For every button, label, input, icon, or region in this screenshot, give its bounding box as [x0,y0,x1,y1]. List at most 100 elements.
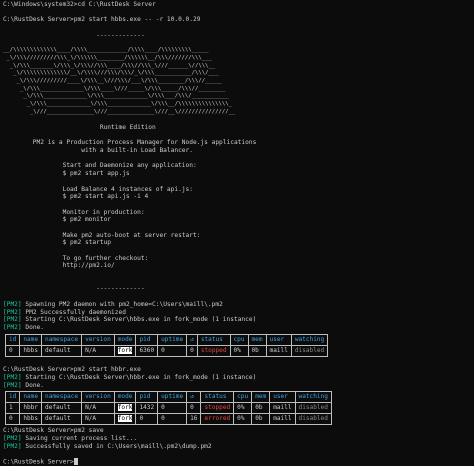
cell-value: N/A [85,346,97,354]
cell-value: fork [117,415,133,423]
console-line: To go further checkout: [3,254,149,262]
console-line: C:\RustDesk Server>pm2 start hbbs.exe --… [3,16,201,24]
console-line: with a built-in Load Balancer. [3,147,193,155]
table-cell: 0 [135,413,159,426]
console-line: C:\RustDesk Server>pm2 start hbbr.exe [3,366,141,374]
table-cell: 0 [157,402,188,415]
table-cell: N/A [81,402,115,415]
table-cell: 1 [4,402,21,415]
table-row: 0 hbbs default N/A fork 0 0 16 errored 0% 0b maill d… [4,413,332,426]
prompt-text: C:\RustDesk Server> [3,458,74,466]
pm2-log-line: [PM2] Saving current process list... [3,435,471,443]
cell-value: 1 [9,404,13,412]
console-line: Make pm2 auto-boot at server restart: [3,231,201,239]
console-line: $ pm2 monitor [3,216,112,224]
column-header: id [4,391,21,404]
column-header: pid [135,333,159,346]
log-text: Spawning PM2 daemon with pm2_home=C:\Use… [21,300,223,308]
table-cell: hbbr [19,402,43,415]
console-line: C:\RustDesk Server>pm2 save [3,427,104,435]
cell-value: 0b [255,404,263,412]
table-cell: disabled [294,413,332,426]
cell-value: 0 [190,346,194,354]
cell-value: 0b [251,346,259,354]
terminal-window[interactable]: C:\Windows\system32>cd C:\RustDesk Serve… [0,0,474,466]
table-cell: N/A [81,344,115,357]
pm2-tag: [PM2] [3,381,22,389]
table-row: 1 hbbr default N/A fork 1432 0 0 stopped 0% 0b mail… [4,402,332,415]
column-header: cpu [229,333,249,346]
cell-value: 0 [161,415,165,423]
log-text: Done. [21,323,44,331]
cell-value: maill [273,415,292,423]
cell-value: 0 [161,346,165,354]
pm2-ascii-art-line: _\/\\\_____________\/\\\_____________\/\… [3,93,229,100]
cell-value: 0 [139,415,144,423]
table-cell: 1432 [135,402,159,415]
cell-value: default [45,404,71,412]
console-line: C:\Windows\system32>cd C:\RustDesk Serve… [3,1,156,8]
table-cell: hbbs [19,413,43,426]
column-header: name [19,391,43,404]
table-header-row: id name namespace version mode pid uptime ↺ stat… [4,391,332,404]
table-cell: 0% [229,344,249,357]
cell-value: 0% [233,346,241,354]
column-header: mode [113,391,137,404]
cell-value: 0b [255,415,263,423]
table-cell: 0b [251,402,271,415]
process-table-2: id name namespace version mode pid uptime ↺ stat… [4,391,332,426]
table-cell: 16 [186,413,202,426]
column-header: version [81,391,115,404]
column-header: mem [247,333,267,346]
table-cell: hbbs [19,344,43,357]
table-cell: fork [113,344,137,357]
pm2-tag: [PM2] [3,316,22,324]
cell-value: 0 [9,346,13,354]
column-header: mode [113,333,137,346]
pm2-log-line: [PM2] Spawning PM2 daemon with pm2_home=… [3,301,471,309]
cell-value: N/A [85,415,97,423]
cell-value: 0% [237,415,245,423]
pm2-log-line: [PM2] Done. [3,324,471,332]
cell-value: fork [117,404,133,412]
column-header: status [200,391,235,404]
console-line: Runtime Edition [3,124,156,131]
table-cell: disabled [294,402,332,415]
pm2-log-line: [PM2] Starting C:\RustDesk Server\hbbs.e… [3,316,471,324]
table-cell: 0% [233,402,253,415]
table-cell: default [41,413,83,426]
pm2-ascii-art-line: _\///______________\///______________\//… [3,108,236,115]
pm2-tag: [PM2] [3,308,22,316]
log-text: Successfully saved in C:\Users\maill\.pm… [21,442,212,450]
cell-value: 16 [190,415,198,423]
log-text: Done. [21,381,44,389]
table-cell: 0 [186,402,202,415]
pm2-tag: [PM2] [3,435,22,442]
cell-value: maill [269,346,288,354]
pm2-ascii-art-line: _\/\\\_____________\/\\\____\///_____\/\… [3,85,226,92]
pm2-log-line: [PM2] PM2 Successfully daemonized [3,309,471,317]
pm2-tag: [PM2] [3,300,22,308]
cell-value: fork [117,346,133,354]
table-header-row: id name namespace version mode pid uptime ↺ stat… [4,333,329,346]
cell-value: 0 [9,415,13,423]
console-line: $ pm2 start app.js [3,170,130,178]
console-line: PM2 is a Production Process Manager for … [3,139,257,147]
pm2-ascii-art-line: _\/\\\_______\/\\\_\/\\\//\\\____/\\\//\… [3,62,216,69]
console-line: $ pm2 start api.js -i 4 [3,193,149,201]
command-prompt[interactable]: C:\RustDesk Server> [3,458,471,466]
pm2-tag: [PM2] [3,442,22,450]
log-text: Saving current process list... [21,435,138,442]
column-header: watching [290,333,329,346]
cursor [73,458,78,466]
column-header: cpu [233,391,253,404]
pm2-ascii-art-line: _\/\\\/////////\\\_\/\\\\\\________/\\\\… [3,54,212,61]
cell-value: default [45,415,71,423]
pm2-ascii-art-line: __/\\\\\\\\\\\\\____/\\\\____________/\\… [3,47,209,54]
